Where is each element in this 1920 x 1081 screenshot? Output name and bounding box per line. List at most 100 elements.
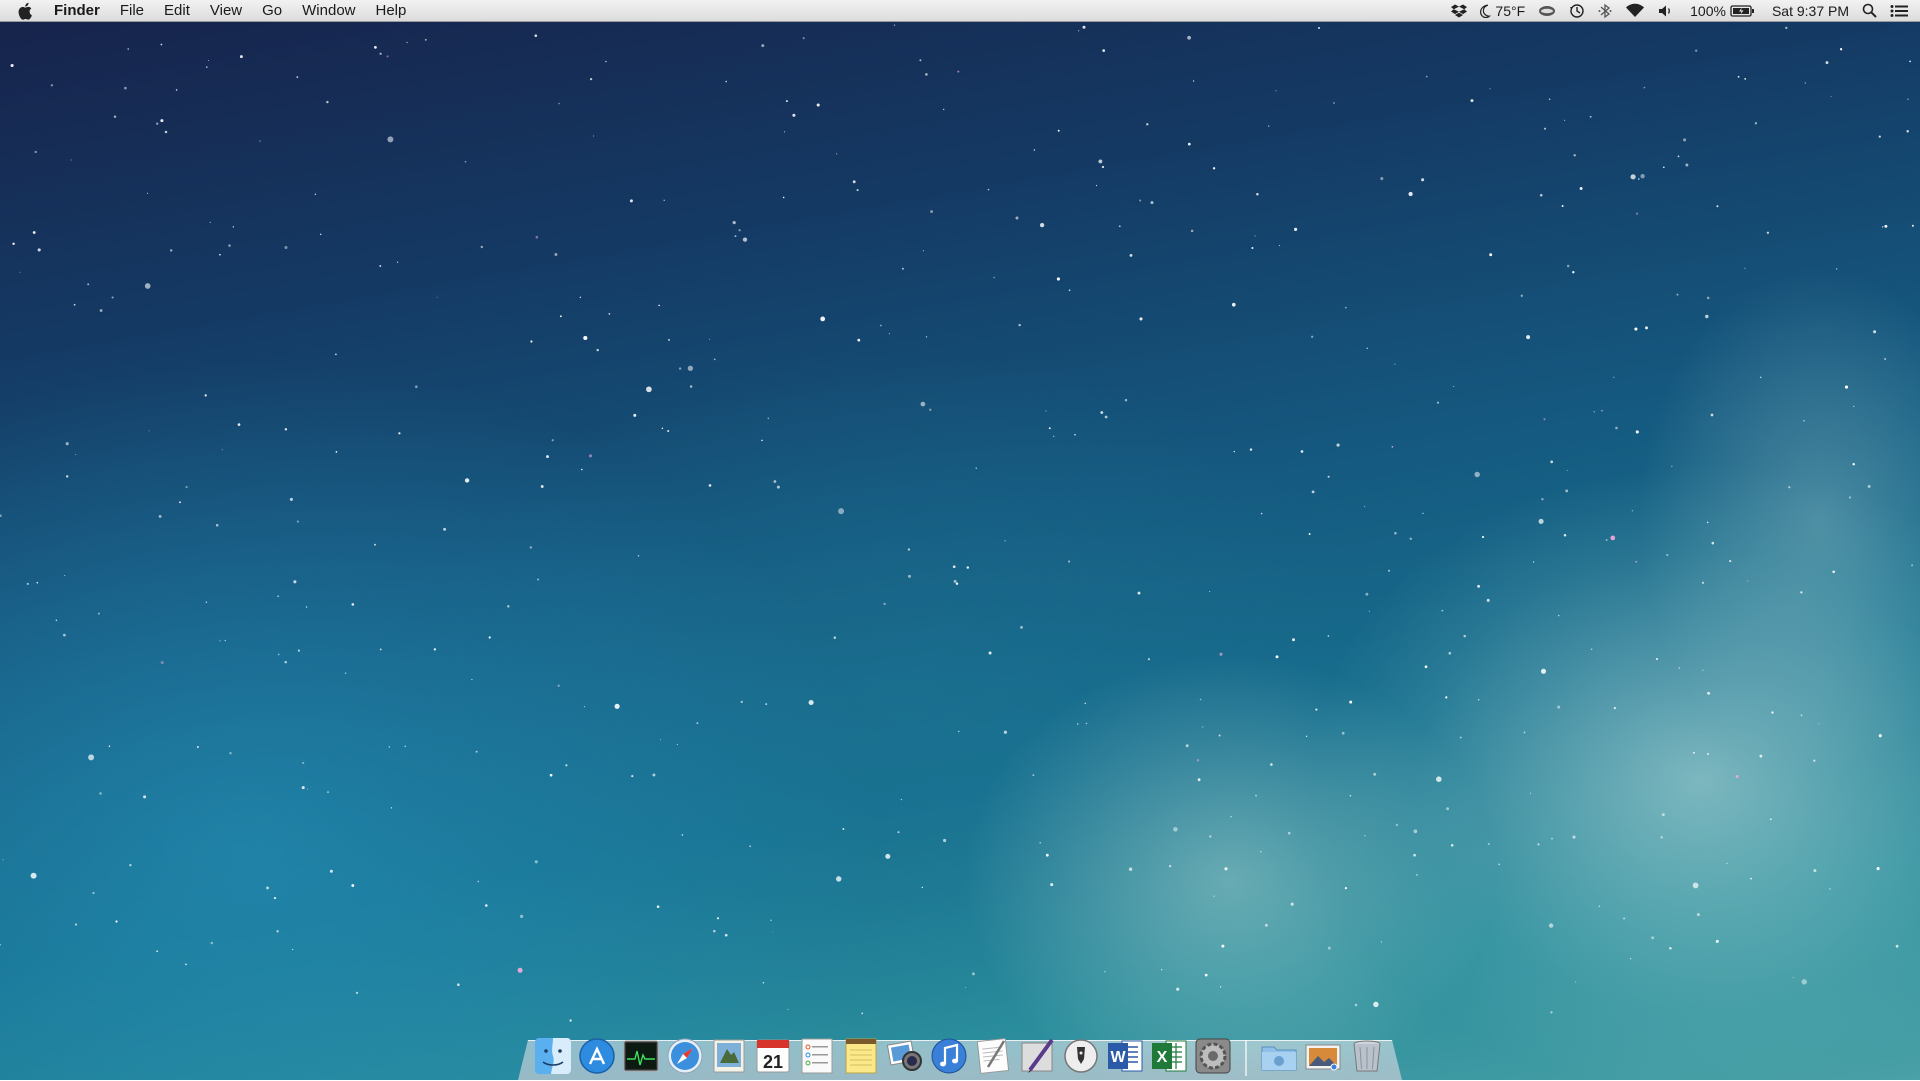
star xyxy=(761,439,763,442)
star xyxy=(1600,409,1603,412)
menu-window[interactable]: Window xyxy=(302,0,355,22)
star xyxy=(73,303,76,306)
app-store-icon[interactable] xyxy=(577,1036,617,1076)
star xyxy=(1615,426,1618,430)
clock[interactable]: Sat 9:37 PM xyxy=(1769,0,1849,22)
star xyxy=(1287,831,1291,835)
star xyxy=(1373,1001,1379,1008)
system-preferences-icon[interactable] xyxy=(1193,1036,1233,1076)
safari-icon[interactable] xyxy=(665,1036,705,1076)
star xyxy=(554,253,558,256)
dropbox-icon[interactable] xyxy=(1451,4,1468,18)
activity-monitor-icon[interactable] xyxy=(621,1036,661,1076)
star xyxy=(925,336,928,338)
menu-view[interactable]: View xyxy=(210,0,242,22)
star xyxy=(1561,205,1564,207)
star xyxy=(537,578,540,581)
trash-icon[interactable] xyxy=(1347,1036,1387,1076)
moon-icon xyxy=(1480,4,1492,18)
star xyxy=(1045,410,1047,412)
excel-icon[interactable]: X xyxy=(1149,1036,1189,1076)
eye-icon[interactable] xyxy=(1538,4,1556,18)
wifi-icon[interactable] xyxy=(1625,3,1645,18)
star xyxy=(292,948,294,951)
notes-icon[interactable] xyxy=(841,1036,881,1076)
star xyxy=(215,523,219,527)
star xyxy=(1702,669,1704,671)
pen-icon[interactable] xyxy=(1061,1036,1101,1076)
star xyxy=(1884,357,1887,361)
volume-icon[interactable] xyxy=(1658,4,1674,18)
star xyxy=(1448,651,1452,655)
star xyxy=(857,338,861,342)
star xyxy=(838,508,845,515)
textedit-icon[interactable] xyxy=(973,1036,1013,1076)
preview-icon[interactable] xyxy=(709,1036,749,1076)
star xyxy=(1082,25,1086,29)
star xyxy=(1867,484,1871,488)
star xyxy=(266,886,269,890)
star xyxy=(1551,837,1553,840)
star xyxy=(1707,753,1710,756)
finder-icon[interactable] xyxy=(533,1036,573,1076)
star xyxy=(1264,923,1268,927)
star xyxy=(534,860,538,864)
star xyxy=(1729,560,1732,563)
star xyxy=(398,432,401,435)
star xyxy=(1305,735,1308,738)
battery-status[interactable]: 100% xyxy=(1687,0,1756,22)
downloads-folder-icon[interactable] xyxy=(1259,1036,1299,1076)
star xyxy=(1669,947,1672,950)
star xyxy=(30,872,37,879)
word-icon[interactable]: W xyxy=(1105,1036,1145,1076)
star xyxy=(1197,778,1201,782)
iphoto-icon[interactable] xyxy=(885,1036,925,1076)
star xyxy=(1336,443,1340,447)
star xyxy=(1187,142,1191,146)
star xyxy=(1878,135,1881,138)
time-machine-icon[interactable] xyxy=(1569,3,1585,19)
star xyxy=(1788,486,1791,489)
star xyxy=(36,581,39,584)
star xyxy=(1185,744,1189,748)
star xyxy=(1294,227,1298,231)
star xyxy=(952,565,956,569)
weather-status[interactable]: 75°F xyxy=(1480,0,1525,22)
menu-help[interactable]: Help xyxy=(376,0,407,22)
pictures-stack-icon[interactable] xyxy=(1303,1036,1343,1076)
script-editor-icon[interactable] xyxy=(1017,1036,1057,1076)
calendar-icon[interactable]: 21 xyxy=(753,1036,793,1076)
star xyxy=(1548,923,1554,928)
spotlight-icon[interactable] xyxy=(1862,3,1877,18)
star xyxy=(1349,794,1352,797)
star xyxy=(1537,843,1540,846)
star xyxy=(907,548,911,551)
menu-go[interactable]: Go xyxy=(262,0,282,22)
itunes-icon[interactable] xyxy=(929,1036,969,1076)
star xyxy=(185,963,187,966)
star xyxy=(99,792,102,795)
star xyxy=(1053,435,1055,437)
app-menu-finder[interactable]: Finder xyxy=(54,0,100,22)
desktop[interactable] xyxy=(0,0,1920,1080)
star xyxy=(477,880,480,883)
star xyxy=(1813,869,1817,873)
star xyxy=(1707,691,1711,695)
star xyxy=(581,468,583,471)
battery-icon xyxy=(1730,4,1754,17)
notification-center-icon[interactable] xyxy=(1890,4,1908,18)
menu-edit[interactable]: Edit xyxy=(164,0,190,22)
star xyxy=(1196,759,1200,762)
star xyxy=(920,401,926,407)
menu-file[interactable]: File xyxy=(120,0,144,22)
star xyxy=(1231,302,1236,307)
reminders-icon[interactable] xyxy=(797,1036,837,1076)
apple-menu-icon[interactable] xyxy=(18,2,34,20)
star xyxy=(55,619,58,622)
star xyxy=(1224,867,1228,871)
bluetooth-icon[interactable] xyxy=(1598,3,1612,19)
star xyxy=(776,485,780,489)
star xyxy=(802,37,805,40)
star xyxy=(1020,626,1023,629)
star xyxy=(1168,864,1172,868)
